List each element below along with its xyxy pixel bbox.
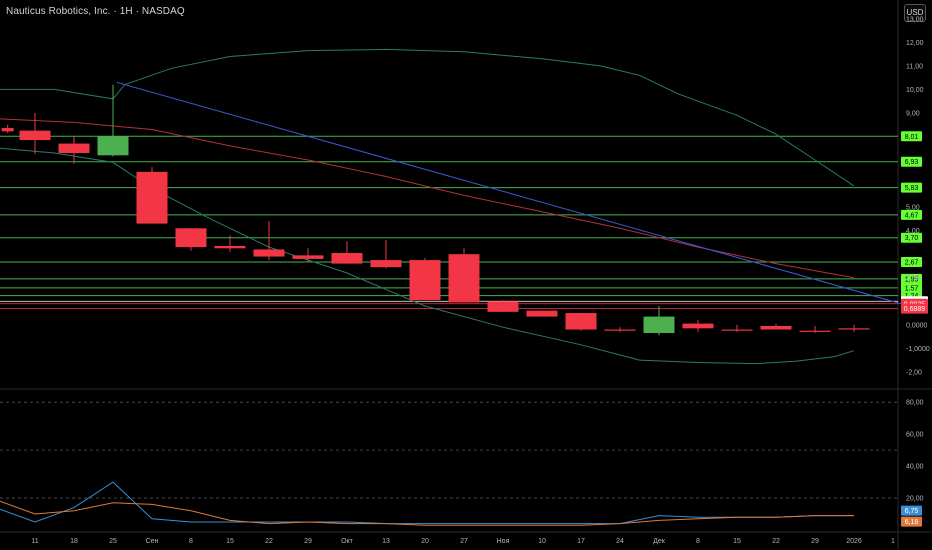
time-tick-label: Окт (341, 538, 354, 545)
upper-band (0, 48, 855, 187)
level-label: 6,93 (905, 159, 919, 166)
candle-body (175, 228, 207, 248)
price-badge-label: 0,6889 (904, 306, 926, 313)
oscillator-tick-label: 80,00 (906, 400, 924, 407)
time-tick-label: 17 (577, 538, 585, 545)
time-tick-label: 2026 (846, 538, 862, 545)
candle-body (136, 171, 168, 224)
price-tick-label: 12,00 (906, 40, 924, 47)
price-tick-label: 13,00 (906, 16, 924, 23)
time-tick-label: 25 (109, 538, 117, 545)
candle-body (760, 325, 792, 330)
level-label: 8,01 (905, 134, 919, 141)
candle-body (604, 329, 636, 331)
price-tick-label: 10,00 (906, 87, 924, 94)
time-tick-label: 1 (891, 538, 895, 545)
oscillator-value-label: 6,75 (905, 508, 919, 515)
time-tick-label: Ноя (497, 538, 510, 545)
lower-band (0, 147, 855, 365)
oscillator-line (0, 500, 854, 526)
time-tick-label: 10 (538, 538, 546, 545)
price-tick-label: 5,00 (906, 205, 920, 212)
candle-body (370, 260, 402, 268)
time-tick-label: 18 (70, 538, 78, 545)
candle-body (643, 316, 675, 334)
candle-body (58, 143, 90, 153)
candle-body (97, 136, 129, 156)
time-tick-label: 29 (304, 538, 312, 545)
trend-line (116, 81, 901, 305)
price-chart[interactable]: 8,016,935,834,673,702,671,951,571,240,99… (0, 0, 932, 550)
candle-body (292, 255, 324, 259)
candle-body (19, 130, 51, 141)
time-tick-label: 22 (265, 538, 273, 545)
oscillator-tick-label: 40,00 (906, 464, 924, 471)
oscillator-tick-label: 20,00 (906, 496, 924, 503)
candle-body (253, 249, 285, 257)
candle-body (1, 128, 14, 132)
time-tick-label: Дек (653, 538, 666, 545)
level-label: 2,67 (905, 259, 919, 266)
candle-body (214, 245, 246, 249)
candle-body (682, 323, 714, 329)
time-tick-label: 8 (696, 538, 700, 545)
candle-body (448, 254, 480, 303)
level-label: 3,70 (905, 235, 919, 242)
price-tick-label: 11,00 (906, 63, 923, 70)
time-tick-label: 24 (616, 538, 624, 545)
time-tick-label: 11 (31, 538, 38, 545)
price-tick-label: 9,00 (906, 110, 920, 117)
time-tick-label: 15 (226, 538, 234, 545)
candle-body (838, 328, 870, 330)
time-tick-label: 22 (772, 538, 780, 545)
time-tick-label: 20 (421, 538, 429, 545)
price-tick-label: 0,0000 (906, 322, 928, 329)
candle-body (487, 301, 519, 312)
time-tick-label: 13 (382, 538, 390, 545)
time-tick-label: 29 (811, 538, 819, 545)
level-label: 4,67 (905, 212, 919, 219)
oscillator-tick-label: 60,00 (906, 432, 924, 439)
candle-body (526, 310, 558, 317)
time-tick-label: Сен (146, 538, 159, 545)
time-tick-label: 27 (460, 538, 468, 545)
time-tick-label: 15 (733, 538, 741, 545)
price-tick-label: -2,00 (906, 369, 922, 376)
candle-body (331, 253, 363, 264)
level-label: 5,83 (905, 185, 919, 192)
price-tick-label: 2,00 (906, 275, 920, 282)
candle-body (565, 313, 597, 330)
candle-body (721, 329, 753, 331)
candle-body (409, 260, 441, 301)
price-tick-label: 4,00 (906, 228, 920, 235)
price-tick-label: -1,0000 (906, 346, 930, 353)
candle-body (799, 330, 831, 332)
oscillator-value-label: 6,18 (905, 519, 919, 526)
time-tick-label: 8 (189, 538, 193, 545)
